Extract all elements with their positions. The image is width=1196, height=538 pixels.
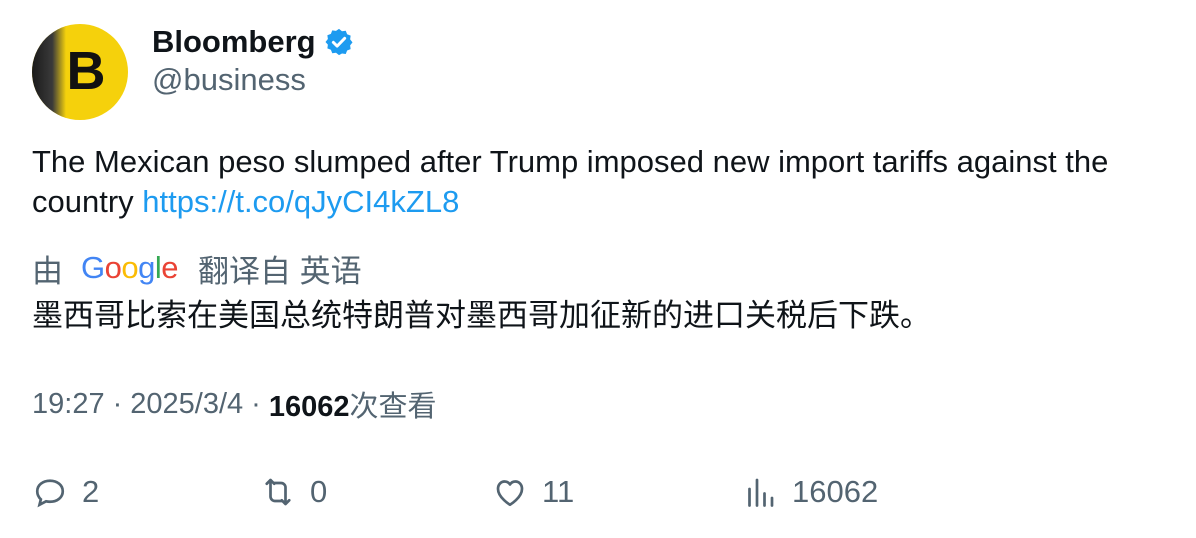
avatar[interactable]: B <box>32 24 128 120</box>
like-button[interactable]: 11 <box>492 468 574 516</box>
translated-text: 墨西哥比索在美国总统特朗普对墨西哥加征新的进口关税后下跌。 <box>32 298 931 333</box>
avatar-letter: B <box>66 41 106 101</box>
like-count: 11 <box>542 474 575 509</box>
reply-icon <box>35 479 65 508</box>
heart-icon <box>496 480 524 507</box>
google-logo[interactable]: Google <box>81 250 179 286</box>
repost-count: 0 <box>310 474 328 509</box>
author-name-row: Bloomberg <box>152 22 354 62</box>
tweet-meta: 19:27 · 2025/3/4 · 16062次查看 <box>32 384 436 424</box>
views-count: 16062 <box>268 391 350 423</box>
meta-separator: · <box>112 387 123 420</box>
tweet-time[interactable]: 19:27 <box>32 388 105 421</box>
verified-badge-icon[interactable] <box>324 27 354 57</box>
meta-separator: · <box>251 387 261 420</box>
views-button[interactable]: 16062 <box>742 468 878 516</box>
tweet-link[interactable]: https://t.co/qJyCI4kZL8 <box>142 184 459 219</box>
translation-attribution: 由 Google 翻译自 英语 <box>32 248 362 289</box>
author-handle[interactable]: @business <box>152 62 306 98</box>
analytics-icon <box>748 478 774 507</box>
repost-button[interactable]: 0 <box>260 468 327 516</box>
reply-count: 2 <box>82 474 100 509</box>
tweet-date[interactable]: 2025/3/4 <box>130 388 243 421</box>
reply-button[interactable]: 2 <box>32 468 99 516</box>
repost-icon <box>265 478 291 506</box>
views-label: 次查看 <box>349 391 437 423</box>
tweet-text: The Mexican peso slumped after Trump imp… <box>32 142 1172 222</box>
translation-prefix: 由 <box>32 253 63 289</box>
author-name[interactable]: Bloomberg <box>152 24 316 60</box>
action-bar: 2 0 11 16062 <box>32 468 1172 516</box>
views-action-count: 16062 <box>792 474 879 509</box>
translation-suffix: 翻译自 英语 <box>198 253 362 289</box>
